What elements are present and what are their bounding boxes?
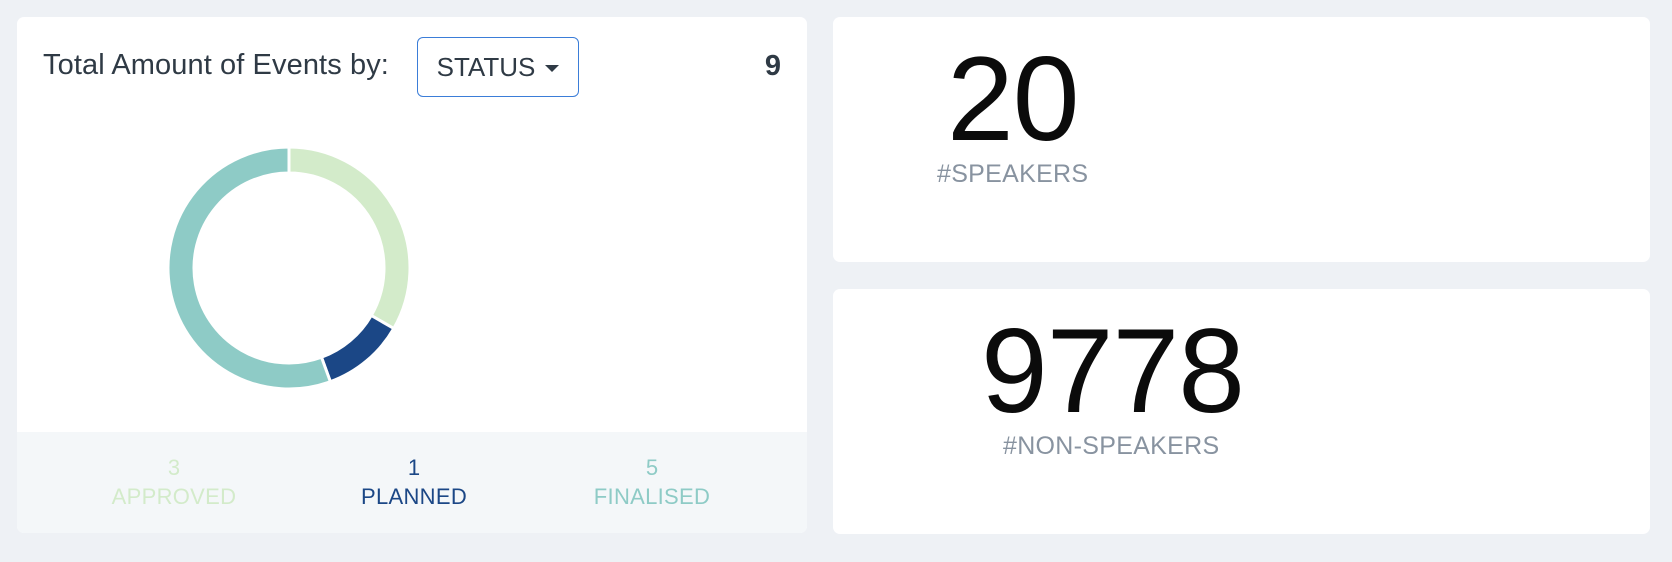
non-speakers-label: #NON-SPEAKERS [1003,432,1220,460]
non-speakers-count: 9778 [981,304,1245,438]
donut-slice-planned[interactable] [319,313,396,384]
dropdown-value: STATUS [436,51,536,82]
legend-label: APPROVED [111,484,237,509]
card-title: Total Amount of Events by: [43,49,389,81]
legend-item-finalised[interactable]: 5 FINALISED [552,454,752,512]
non-speakers-stat-card: 9778 #NON-SPEAKERS [833,289,1650,534]
total-events-count: 9 [764,50,781,82]
caret-down-icon [545,64,560,72]
legend-value: 5 [645,455,659,480]
legend-item-approved[interactable]: 3 APPROVED [74,454,274,512]
donut-slice-approved[interactable] [287,145,412,331]
status-donut-chart [166,145,412,391]
speakers-label: #SPEAKERS [937,160,1089,188]
donut-slice-finalised[interactable] [166,145,333,391]
legend-item-planned[interactable]: 1 PLANNED [314,454,514,512]
legend-value: 1 [407,455,421,480]
events-by-status-card: Total Amount of Events by: STATUS 9 3 AP… [17,17,807,533]
legend-label: PLANNED [360,484,468,509]
group-by-dropdown[interactable]: STATUS [417,37,579,97]
speakers-stat-card: 20 #SPEAKERS [833,17,1650,262]
speakers-count: 20 [947,32,1079,166]
legend-label: FINALISED [593,484,711,509]
chart-legend: 3 APPROVED 1 PLANNED 5 FINALISED [17,432,807,533]
legend-value: 3 [167,455,181,480]
